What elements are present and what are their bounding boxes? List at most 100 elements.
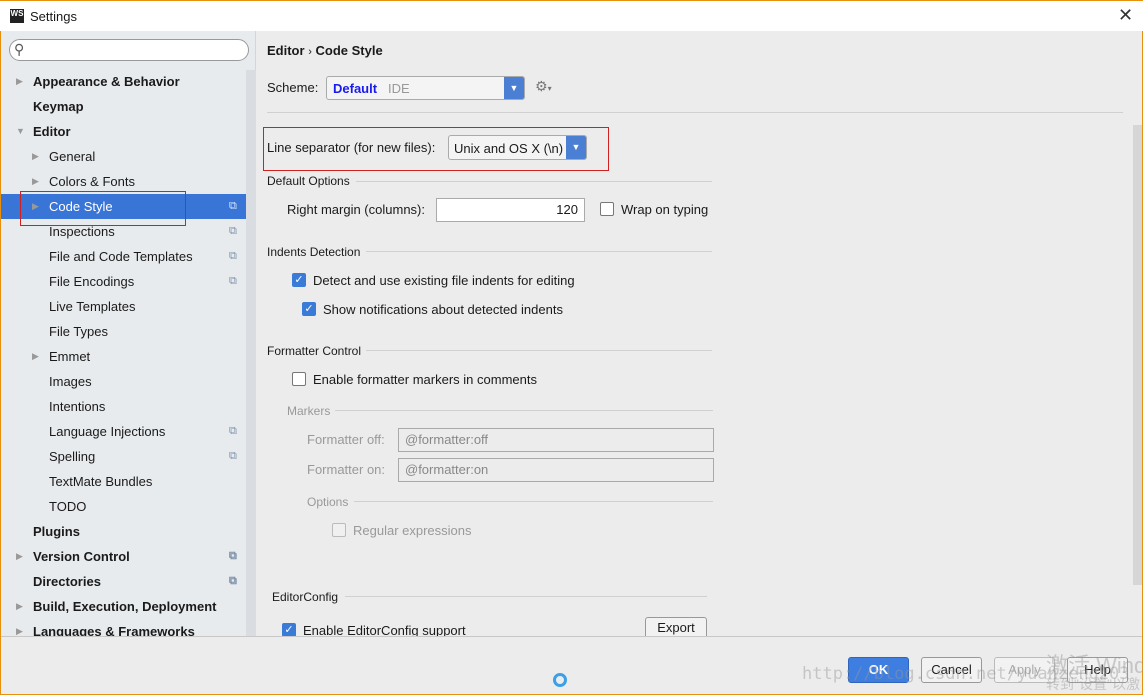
breadcrumb-separator: › <box>308 46 312 58</box>
tree-item[interactable]: ▶ Appearance & Behavior <box>1 69 246 94</box>
tree-item-label: Language Injections <box>49 424 166 439</box>
chevron-right-icon[interactable]: ▶ <box>32 344 39 369</box>
right-margin-input[interactable]: 120 <box>436 198 585 222</box>
project-copy-icon: ⧉ <box>229 450 237 462</box>
tree-item-label: Build, Execution, Deployment <box>33 599 217 614</box>
tree-item-label: File Encodings <box>49 274 135 289</box>
content-scrollbar[interactable] <box>1133 125 1142 585</box>
tree-item[interactable]: Live Templates <box>1 294 246 319</box>
tree-item[interactable]: File Encodings ⧉ <box>1 269 246 294</box>
breadcrumb-current: Code Style <box>315 43 383 58</box>
tree-item-label: Spelling <box>49 449 96 464</box>
tree-item-label: TextMate Bundles <box>49 474 153 489</box>
regular-expressions-label: Regular expressions <box>353 523 472 538</box>
title-bar: WS Settings ✕ <box>0 0 1143 31</box>
tree-item[interactable]: Language Injections ⧉ <box>1 419 246 444</box>
tree-item[interactable]: File and Code Templates ⧉ <box>1 244 246 269</box>
search-input[interactable]: ⚲ <box>9 39 249 61</box>
tree-item-label: Emmet <box>49 349 91 364</box>
tree-item-label: Keymap <box>33 99 84 114</box>
scheme-name: Default <box>333 81 378 96</box>
scheme-dropdown[interactable]: Default IDE ▼ <box>326 76 525 100</box>
chevron-right-icon[interactable]: ▶ <box>32 144 39 169</box>
wrap-on-typing-label: Wrap on typing <box>621 202 709 217</box>
tree-item-label: Intentions <box>49 399 106 414</box>
search-icon: ⚲ <box>14 41 25 57</box>
gear-icon[interactable]: ⚙▾ <box>535 78 552 95</box>
formatter-control-title: Formatter Control <box>267 344 362 358</box>
tree-item[interactable]: Directories ⧉ <box>1 569 246 594</box>
tree-item[interactable]: Intentions <box>1 394 246 419</box>
chevron-right-icon[interactable]: ▶ <box>16 594 23 619</box>
tree-item[interactable]: ▶ General <box>1 144 246 169</box>
tree-item[interactable]: ▼ Editor <box>1 119 246 144</box>
tree-item[interactable]: Spelling ⧉ <box>1 444 246 469</box>
tree-item[interactable]: Plugins <box>1 519 246 544</box>
chevron-down-icon: ▼ <box>566 136 586 159</box>
chevron-down-icon[interactable]: ▼ <box>16 119 25 144</box>
chevron-right-icon[interactable]: ▶ <box>16 544 23 569</box>
highlight-box <box>20 191 186 226</box>
window-title: Settings <box>30 9 77 24</box>
enable-formatter-markers-checkbox[interactable] <box>292 372 306 386</box>
detect-indents-checkbox[interactable]: ✓ <box>292 273 306 287</box>
regular-expressions-checkbox[interactable] <box>332 523 346 537</box>
formatter-off-label: Formatter off: <box>307 432 385 447</box>
project-copy-icon: ⧉ <box>229 275 237 287</box>
help-button[interactable]: Help <box>1067 657 1128 683</box>
tree-item-label: Directories <box>33 574 101 589</box>
options-title: Options <box>307 495 349 509</box>
sidebar-scrollbar[interactable] <box>246 70 256 636</box>
tree-item-label: Editor <box>33 124 71 139</box>
right-margin-label: Right margin (columns): <box>287 202 425 217</box>
tree-item[interactable]: TextMate Bundles <box>1 469 246 494</box>
tree-item-label: Plugins <box>33 524 80 539</box>
detect-indents-label: Detect and use existing file indents for… <box>313 273 575 288</box>
project-copy-icon: ⧉ <box>229 250 237 262</box>
tree-item-label: File and Code Templates <box>49 249 193 264</box>
formatter-off-input[interactable]: @formatter:off <box>398 428 714 452</box>
webstorm-logo: WS <box>10 9 24 23</box>
project-copy-icon: ⧉ <box>229 550 237 562</box>
close-icon[interactable]: ✕ <box>1118 5 1133 26</box>
tree-item-label: Images <box>49 374 92 389</box>
breadcrumb: Editor › Code Style <box>267 43 383 58</box>
tree-item[interactable]: Keymap <box>1 94 246 119</box>
show-notifications-checkbox[interactable]: ✓ <box>302 302 316 316</box>
tree-item[interactable]: TODO <box>1 494 246 519</box>
wrap-on-typing-checkbox[interactable] <box>600 202 614 216</box>
default-options-title: Default Options <box>267 174 350 188</box>
tree-item[interactable]: ▶ Build, Execution, Deployment <box>1 594 246 619</box>
project-copy-icon: ⧉ <box>229 575 237 587</box>
apply-button[interactable]: Apply <box>994 657 1055 683</box>
ok-button[interactable]: OK <box>848 657 909 683</box>
scheme-label: Scheme: <box>267 80 319 95</box>
cancel-button[interactable]: Cancel <box>921 657 982 683</box>
markers-title: Markers <box>287 404 331 418</box>
line-separator-label: Line separator (for new files): <box>267 140 436 155</box>
loading-spinner-icon <box>553 673 567 687</box>
tree-item[interactable]: File Types <box>1 319 246 344</box>
tree-item-label: TODO <box>49 499 87 514</box>
enable-formatter-markers-label: Enable formatter markers in comments <box>313 372 537 387</box>
project-copy-icon: ⧉ <box>229 225 237 237</box>
indents-detection-title: Indents Detection <box>267 245 361 259</box>
show-notifications-label: Show notifications about detected indent… <box>323 302 563 317</box>
project-copy-icon: ⧉ <box>229 200 237 212</box>
line-separator-value: Unix and OS X (\n) <box>454 141 564 156</box>
tree-item[interactable]: Images <box>1 369 246 394</box>
editorconfig-title: EditorConfig <box>272 590 339 604</box>
chevron-down-icon: ▼ <box>504 77 524 99</box>
formatter-on-label: Formatter on: <box>307 462 386 477</box>
scheme-kind: IDE <box>388 81 410 96</box>
project-copy-icon: ⧉ <box>229 425 237 437</box>
tree-item-label: Live Templates <box>49 299 136 314</box>
breadcrumb-parent: Editor <box>267 43 305 58</box>
chevron-right-icon[interactable]: ▶ <box>16 69 23 94</box>
tree-item-label: File Types <box>49 324 109 339</box>
formatter-on-input[interactable]: @formatter:on <box>398 458 714 482</box>
tree-item[interactable]: ▶ Version Control ⧉ <box>1 544 246 569</box>
tree-item[interactable]: ▶ Emmet <box>1 344 246 369</box>
enable-editorconfig-checkbox[interactable]: ✓ <box>282 623 296 637</box>
line-separator-dropdown[interactable]: Unix and OS X (\n) ▼ <box>448 135 587 160</box>
